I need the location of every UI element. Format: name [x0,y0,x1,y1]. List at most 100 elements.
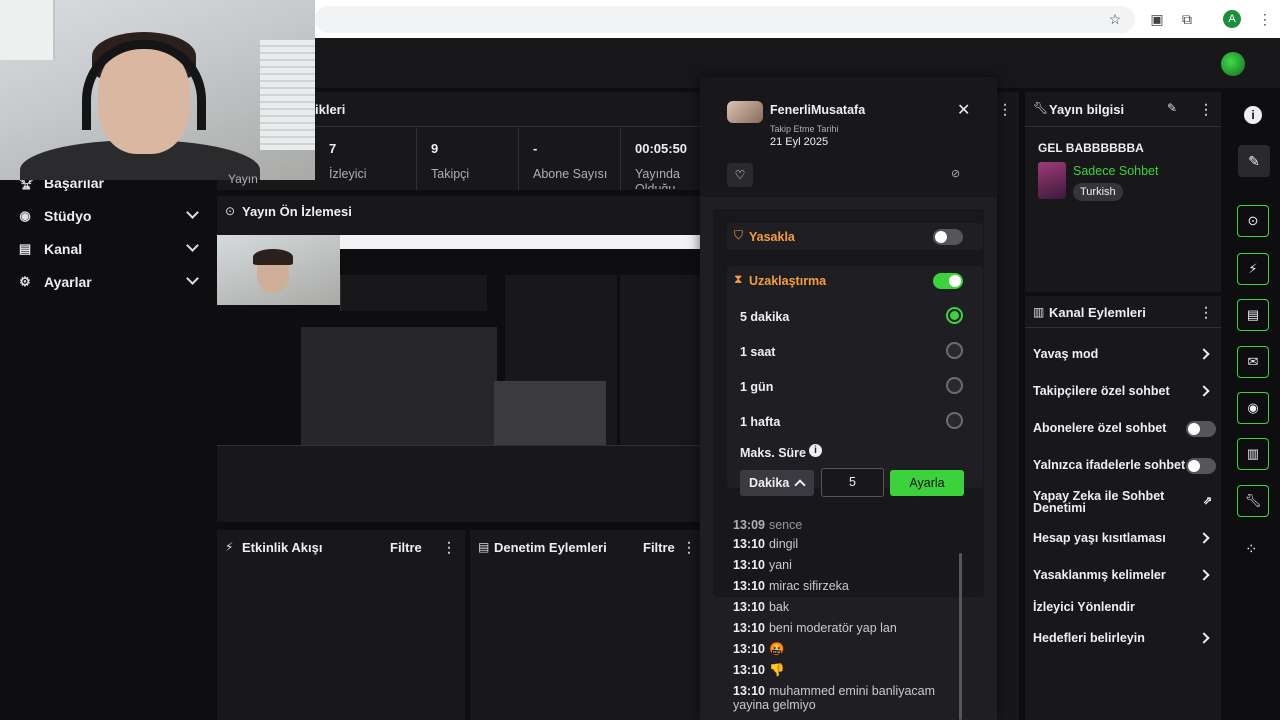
favorite-heart-icon[interactable]: ♡ [727,163,753,187]
timeout-option-label: 1 gün [740,380,774,394]
action-label: Yasaklanmış kelimeler [1033,568,1166,582]
user-avatar-icon[interactable] [1221,52,1245,76]
channel-actions-title: Kanal Eylemleri [1049,305,1146,320]
bookmark-star-icon[interactable]: ☆ [1107,11,1123,27]
more-options-icon[interactable]: ⋮ [998,101,1012,118]
follower-count: 9 [431,141,439,156]
sidebar-partial-label: Yayın [228,172,258,186]
subscriber-count: - [533,141,538,156]
action-label: Hesap yaşı kısıtlaması [1033,531,1166,545]
action-label: Abonelere özel sohbet [1033,421,1167,435]
viewer-label: İzleyici [329,167,367,181]
sidebar-item-settings[interactable]: ⚙ Ayarlar [0,265,215,298]
more-options-icon[interactable]: ⋮ [1199,304,1213,321]
followers-only-action[interactable]: Takipçilere özel sohbet [1033,384,1218,400]
sidebar-item-channel[interactable]: ▤ Kanal [0,232,215,265]
lightning-icon[interactable]: ⚡︎ [1237,253,1269,285]
edit-pencil-icon[interactable]: ✎ [1238,145,1270,177]
chevron-right-icon [1198,569,1210,581]
timeout-option-radio[interactable] [946,377,963,394]
timeout-section: ⧗ Uzaklaştırma 5 dakika 1 saat 1 gün 1 h… [727,266,983,488]
ban-toggle[interactable] [933,229,963,245]
account-age-action[interactable]: Hesap yaşı kısıtlaması [1033,531,1218,547]
username[interactable]: FenerliMusatafa [770,103,865,117]
timeout-option-label: 5 dakika [740,310,790,324]
subscribers-only-toggle[interactable] [1186,421,1216,437]
timeout-option-label: 1 saat [740,345,776,359]
stream-info-title: Yayın bilgisi [1049,102,1125,117]
category-link[interactable]: Sadece Sohbet [1073,164,1159,178]
channel-icon: ▤ [18,240,32,256]
mute-icon[interactable]: ⊘ [951,167,960,180]
emote-only-toggle[interactable] [1186,458,1216,474]
actions-icon[interactable]: ▥ [1237,438,1269,470]
banned-words-action[interactable]: Yasaklanmış kelimeler [1033,568,1218,584]
duration-input[interactable]: 5 [821,468,884,497]
moderation-filter-button[interactable]: Filtre [643,540,675,555]
timeout-option-radio[interactable] [946,342,963,359]
user-card-modal: FenerliMusatafa Takip Etme Tarihi 21 Eyl… [700,77,997,720]
sidebar-item-studio[interactable]: ◉ Stüdyo [0,199,215,232]
chat-line: 13:10 beni moderatör yap lan [733,621,897,635]
chevron-right-icon [1198,632,1210,644]
more-options-icon[interactable]: ⋮ [1199,101,1213,118]
raid-action[interactable]: İzleyici Yönlendir [1033,600,1218,616]
timeout-option-label: 1 hafta [740,415,781,429]
slow-mode-action[interactable]: Yavaş mod [1033,347,1218,363]
uptime-label: Yayında Olduğu Süre [635,167,680,189]
preview-toggle-icon[interactable]: ⊙ [1237,205,1269,237]
moderation-title: Denetim Eylemleri [494,540,607,555]
webcam-overlay [0,0,315,180]
category-box-art[interactable] [1038,162,1066,199]
activity-filter-button[interactable]: Filtre [390,540,422,555]
timeout-toggle[interactable] [933,273,963,289]
ai-moderation-action[interactable]: Yapay Zeka ile Sohbet Denetimi ⇗ [1033,490,1212,516]
chevron-right-icon [1198,532,1210,544]
set-goals-action[interactable]: Hedefleri belirleyin [1033,631,1218,647]
moderation-actions-panel: ▤ Denetim Eylemleri Filtre ⋮ [470,530,700,720]
scrollbar[interactable] [959,553,962,720]
language-tag[interactable]: Turkish [1073,183,1123,201]
browser-menu-icon[interactable]: ⋮ [1257,11,1273,27]
unit-select[interactable]: Dakika [740,470,814,496]
wrench-icon[interactable]: 🔧︎ [1237,485,1269,517]
address-bar[interactable] [315,6,1135,33]
more-options-icon[interactable]: ⋮ [442,539,456,556]
profile-avatar[interactable]: A [1223,10,1241,28]
stream-preview-video[interactable] [217,235,700,518]
add-widget-icon[interactable]: ⁘ [1245,540,1258,558]
external-link-icon: ⇗ [1203,495,1213,507]
extensions-icon[interactable]: ⧉ [1179,11,1195,27]
info-icon[interactable]: i [809,444,822,457]
more-options-icon[interactable]: ⋮ [682,539,696,556]
sidebar-item-label: Ayarlar [44,273,92,290]
timeout-option-radio[interactable] [946,412,963,429]
close-icon[interactable]: ✕ [957,100,970,120]
apply-timeout-button[interactable]: Ayarla [890,470,964,496]
broadcast-icon[interactable]: ◉ [1237,392,1269,424]
chat-line: yayina gelmiyo [733,698,816,712]
preview-icon: ⊙ [225,204,236,218]
info-icon[interactable]: i [1244,106,1262,124]
document-icon[interactable]: ▤ [1237,299,1269,331]
action-label: Hedefleri belirleyin [1033,631,1145,645]
action-label: İzleyici Yönlendir [1033,600,1135,614]
activity-feed-panel: ⚡︎ Etkinlik Akışı Filtre ⋮ [217,530,465,720]
studio-icon: ◉ [19,207,31,223]
timeout-label: Uzaklaştırma [749,274,827,288]
edit-pencil-icon[interactable]: ✎ [1167,101,1177,115]
tab-search-icon[interactable]: ▣ [1149,11,1165,27]
chevron-right-icon [1198,385,1210,397]
timeout-option-radio[interactable] [946,307,963,324]
chat-line: 13:10 yani [733,558,792,572]
ban-row: ⛉ Yasakla [727,223,983,250]
chat-bubble-icon[interactable]: ✉ [1237,346,1269,378]
follow-date: 21 Eyl 2025 [770,136,829,148]
chat-line: 13:10 bak [733,600,790,614]
chat-line: 13:10 dingil [733,537,799,551]
chat-line: 13:10 mirac sifirzeka [733,579,849,593]
hourglass-icon: ⧗ [734,272,743,286]
chevron-down-icon [186,239,199,252]
activity-title: Etkinlik Akışı [242,540,323,555]
stats-panel-title: ikleri [315,102,346,117]
